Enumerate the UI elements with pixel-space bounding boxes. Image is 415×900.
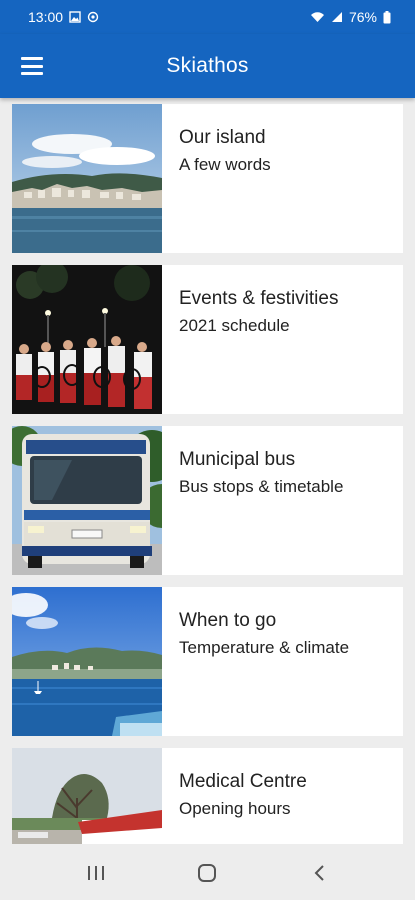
card-events[interactable]: Events & festivities 2021 schedule: [12, 265, 403, 414]
recent-apps-icon[interactable]: [76, 853, 116, 893]
card-our-island[interactable]: Our island A few words: [12, 104, 403, 253]
home-icon[interactable]: [187, 853, 227, 893]
status-right: 76%: [310, 9, 391, 25]
card-subtitle: A few words: [179, 155, 271, 174]
card-subtitle: 2021 schedule: [179, 316, 290, 335]
battery-icon: [383, 10, 391, 23]
card-title: When to go: [179, 610, 277, 631]
wifi-icon: [310, 12, 324, 22]
menu-list: Our island A few words Events & festivit…: [12, 104, 403, 844]
card-title: Our island: [179, 127, 266, 148]
image-icon: [69, 11, 81, 23]
status-time: 13:00: [28, 9, 64, 25]
sync-icon: [87, 11, 99, 23]
signal-icon: [331, 12, 342, 22]
card-subtitle: Opening hours: [179, 799, 291, 818]
battery-percent: 76%: [348, 9, 377, 25]
hamburger-menu-icon[interactable]: [20, 54, 44, 78]
card-title: Events & festivities: [179, 288, 339, 309]
card-text: Our island A few words: [162, 104, 271, 253]
festival-dancers-photo: [12, 265, 162, 414]
card-subtitle: Temperature & climate: [179, 638, 350, 657]
sea-view-photo: [12, 587, 162, 736]
status-left: 13:00: [28, 9, 99, 25]
system-nav-bar: [0, 846, 415, 900]
card-medical-centre[interactable]: Medical Centre Opening hours: [12, 748, 403, 844]
card-subtitle: Bus stops & timetable: [179, 477, 344, 496]
card-text: Events & festivities 2021 schedule: [162, 265, 338, 414]
island-harbor-photo: [12, 104, 162, 253]
card-title: Medical Centre: [179, 771, 307, 792]
app-title: Skiathos: [166, 54, 249, 77]
status-bar: 13:00 76%: [0, 0, 415, 34]
back-icon[interactable]: [299, 853, 339, 893]
bus-photo: [12, 426, 162, 575]
card-text: Municipal bus Bus stops & timetable: [162, 426, 343, 575]
app-bar: Skiathos: [0, 34, 415, 98]
card-title: Municipal bus: [179, 449, 296, 470]
card-text: When to go Temperature & climate: [162, 587, 349, 736]
card-municipal-bus[interactable]: Municipal bus Bus stops & timetable: [12, 426, 403, 575]
card-text: Medical Centre Opening hours: [162, 748, 307, 844]
medical-centre-photo: [12, 748, 162, 844]
card-when-to-go[interactable]: When to go Temperature & climate: [12, 587, 403, 736]
